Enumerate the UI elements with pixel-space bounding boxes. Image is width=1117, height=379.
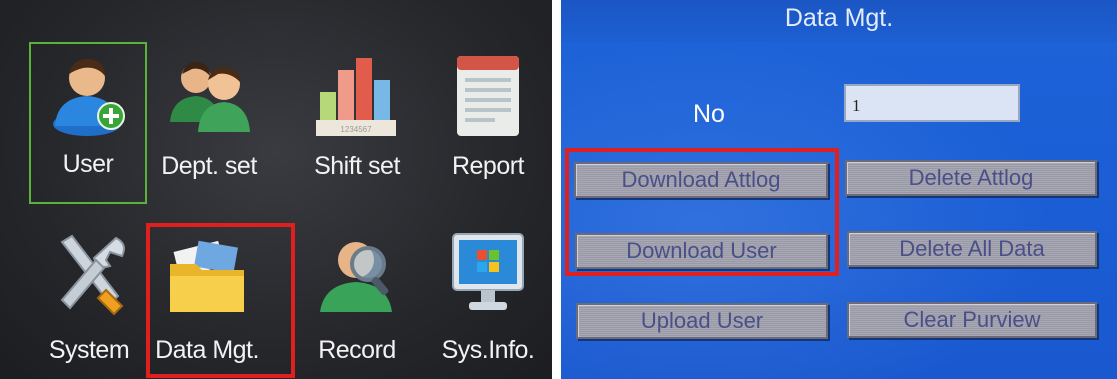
menu-item-label: Report — [451, 152, 525, 180]
clear-purview-button[interactable]: Clear Purview — [847, 302, 1097, 338]
user-search-icon — [320, 242, 392, 312]
download-attlog-button[interactable]: Download Attlog — [574, 162, 828, 198]
menu-item-report[interactable]: Report — [428, 44, 548, 204]
menu-item-record[interactable]: Record — [297, 222, 417, 379]
data-mgt-screen: Data Mgt. No Download Attlog Delete Attl… — [561, 0, 1117, 379]
upload-user-button[interactable]: Upload User — [576, 303, 828, 339]
menu-item-label: User — [62, 150, 114, 178]
users-group-icon — [170, 61, 250, 132]
bar-chart-icon: 1234567 — [316, 58, 396, 136]
menu-item-user[interactable]: User — [29, 42, 147, 204]
folder-icon — [170, 240, 244, 312]
download-user-button[interactable]: Download User — [575, 233, 828, 269]
menu-item-label: System — [48, 336, 130, 364]
report-icon — [457, 56, 519, 136]
user-add-icon — [53, 58, 125, 136]
menu-item-label: Dept. set — [161, 152, 257, 180]
screen-title: Data Mgt. — [561, 0, 1117, 42]
menu-item-label: Record — [318, 336, 396, 364]
delete-all-data-button[interactable]: Delete All Data — [847, 231, 1097, 267]
menu-item-dept-set[interactable]: Dept. set — [149, 44, 269, 204]
menu-item-sys-info[interactable]: Sys.Info. — [428, 222, 548, 379]
menu-item-system[interactable]: System — [29, 222, 149, 379]
delete-attlog-button[interactable]: Delete Attlog — [845, 160, 1097, 196]
menu-item-data-mgt[interactable]: Data Mgt. — [147, 222, 267, 379]
no-label: No — [693, 100, 725, 128]
no-input[interactable] — [844, 84, 1020, 122]
svg-text:1234567: 1234567 — [340, 125, 372, 134]
main-menu-screen: User Dept. set 1234567 Shift set Report … — [0, 0, 552, 379]
menu-item-label: Data Mgt. — [155, 336, 259, 364]
menu-item-label: Shift set — [314, 152, 400, 180]
menu-item-label: Sys.Info. — [441, 336, 535, 364]
monitor-icon — [452, 233, 524, 310]
menu-item-shift-set[interactable]: 1234567 Shift set — [297, 44, 417, 204]
tools-icon — [60, 234, 125, 316]
